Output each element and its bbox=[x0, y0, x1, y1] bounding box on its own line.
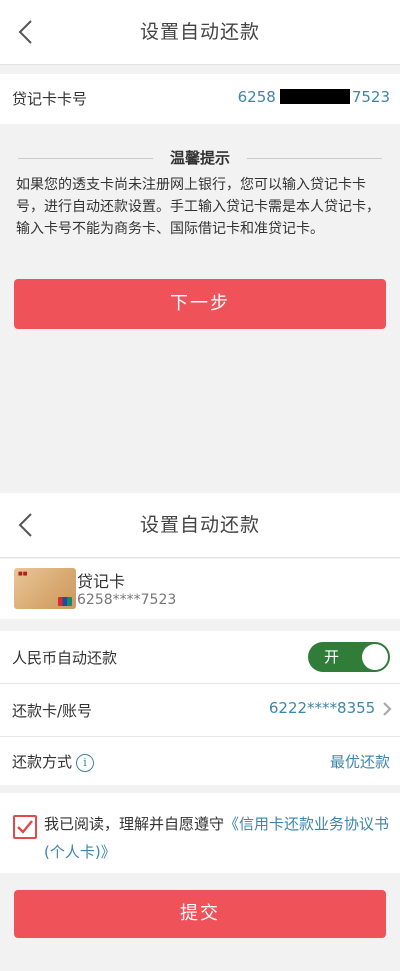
card-info-row: ■■ 贷记卡 6258****7523 bbox=[0, 559, 400, 619]
repay-account-row[interactable]: 还款卡/账号 6222****8355 bbox=[0, 684, 400, 737]
debit-card-number-value[interactable]: 6258 7523 bbox=[238, 88, 390, 107]
card-name: 贷记卡 bbox=[77, 572, 126, 591]
chevron-right-icon bbox=[383, 701, 392, 716]
auto-repay-label: 人民币自动还款 bbox=[12, 649, 118, 667]
info-icon[interactable]: i bbox=[76, 753, 95, 772]
auto-repay-toggle[interactable]: 开 bbox=[308, 642, 390, 672]
repay-method-label: 还款方式 bbox=[12, 753, 73, 771]
page-title-2: 设置自动还款 bbox=[139, 514, 260, 536]
card-number: 6258****7523 bbox=[77, 592, 177, 608]
repay-method-label-wrap: 还款方式 i bbox=[12, 751, 95, 772]
divider-right bbox=[247, 158, 382, 159]
tip-text: 如果您的透支卡尚未注册网上银行，您可以输入贷记卡卡号，进行自动还款设置。手工输入… bbox=[16, 177, 380, 237]
submit-button[interactable]: 提交 bbox=[14, 890, 386, 938]
toggle-knob bbox=[362, 644, 388, 670]
redacted-bar bbox=[279, 88, 350, 104]
debit-card-number-row[interactable]: 贷记卡卡号 6258 7523 bbox=[0, 74, 400, 124]
repay-account-label: 还款卡/账号 bbox=[12, 702, 93, 720]
page-title: 设置自动还款 bbox=[139, 21, 260, 43]
next-step-button[interactable]: 下一步 bbox=[14, 279, 386, 329]
repay-method-row[interactable]: 还款方式 i 最优还款 bbox=[0, 737, 400, 785]
credit-card-image: ■■ bbox=[14, 568, 76, 609]
checkmark-icon bbox=[17, 820, 33, 834]
auto-repay-row: 人民币自动还款 开 bbox=[0, 631, 400, 684]
repay-account-value-wrap[interactable]: 6222****8355 bbox=[269, 699, 392, 717]
toggle-text: 开 bbox=[324, 648, 340, 666]
top-nav-bar-2: 设置自动还款 bbox=[0, 493, 400, 558]
unionpay-icon bbox=[58, 597, 72, 606]
top-nav-bar: 设置自动还款 bbox=[0, 0, 400, 65]
card-number-suffix: 7523 bbox=[351, 88, 390, 106]
card-number-prefix: 6258 bbox=[237, 88, 276, 106]
agree-statement: 我已阅读，理解并自愿遵守 bbox=[44, 815, 225, 833]
bank-logo-icon: ■■ bbox=[18, 571, 28, 577]
repay-method-value[interactable]: 最优还款 bbox=[330, 751, 390, 772]
repay-account-value: 6222****8355 bbox=[268, 699, 376, 717]
agree-checkbox[interactable] bbox=[13, 815, 37, 839]
screen-enter-card: 设置自动还款 贷记卡卡号 6258 7523 温馨提示 如果您的透支卡尚未注册网上… bbox=[0, 0, 400, 492]
debit-card-number-label: 贷记卡卡号 bbox=[12, 90, 88, 108]
tip-header: 温馨提示 bbox=[14, 147, 386, 171]
agreement-text: 我已阅读，理解并自愿遵守《信用卡还款业务协议书(个人卡)》 bbox=[44, 810, 390, 866]
